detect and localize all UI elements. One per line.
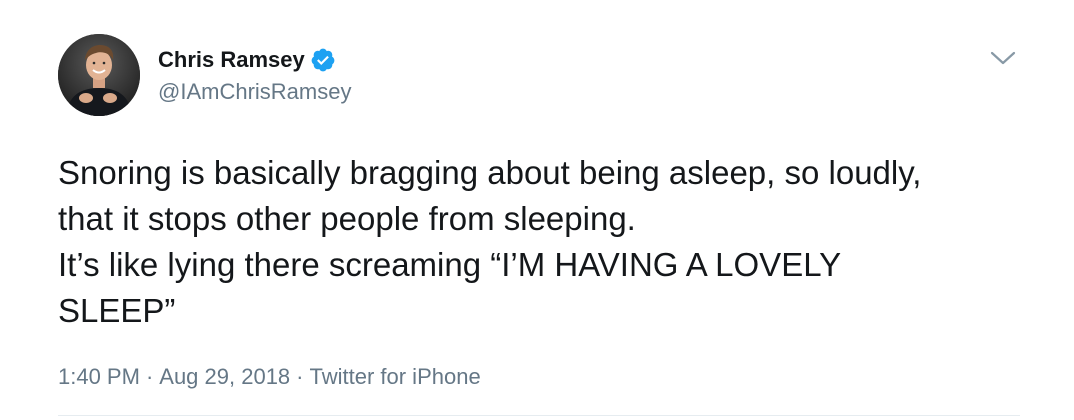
author-name-row[interactable]: Chris Ramsey	[158, 44, 336, 76]
tweet-text-line: It’s like lying there screaming “I’M HAV…	[58, 246, 842, 283]
profile-photo-icon	[58, 34, 140, 116]
divider	[58, 415, 1020, 416]
meta-separator: ·	[145, 364, 154, 389]
tweet-card: Chris Ramsey @IAmChrisRamsey Snoring is …	[0, 0, 1074, 420]
meta-separator: ·	[296, 364, 304, 389]
tweet-text-line: SLEEP”	[58, 292, 176, 329]
display-name[interactable]: Chris Ramsey	[158, 47, 305, 73]
avatar[interactable]	[58, 34, 140, 116]
tweet-text: Snoring is basically bragging about bein…	[58, 150, 1048, 334]
tweet-time[interactable]: 1:40 PM	[58, 364, 140, 390]
tweet-text-line: that it stops other people from sleeping…	[58, 200, 636, 237]
author-handle[interactable]: @IAmChrisRamsey	[158, 79, 351, 105]
verified-badge-icon	[310, 47, 336, 73]
tweet-date[interactable]: Aug 29, 2018	[159, 364, 290, 390]
chevron-down-icon[interactable]	[988, 46, 1018, 70]
tweet-text-line: Snoring is basically bragging about bein…	[58, 154, 922, 191]
tweet-meta: 1:40 PM · Aug 29, 2018 · Twitter for iPh…	[58, 364, 481, 390]
tweet-source[interactable]: Twitter for iPhone	[310, 364, 481, 390]
